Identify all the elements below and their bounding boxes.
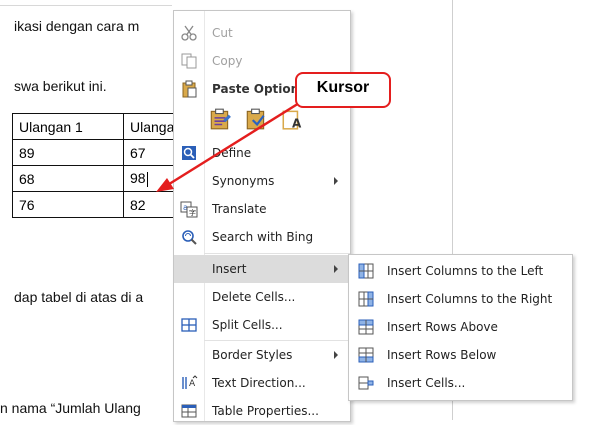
doc-text-line-2: swa berikut ini.	[14, 78, 107, 94]
menu-item-insert-rows-above[interactable]: Insert Rows Above	[349, 313, 572, 341]
menu-item-label: Insert Cells...	[387, 376, 466, 390]
menu-item-label: Cut	[212, 26, 233, 40]
annotation-callout: Kursor	[295, 72, 391, 108]
doc-text-line-4: n nama “Jumlah Ulang	[0, 400, 141, 416]
menu-item-split-cells[interactable]: Split Cells...	[174, 311, 350, 339]
menu-item-label: Search with Bing	[212, 230, 314, 244]
submenu-arrow-icon	[334, 177, 338, 185]
menu-item-table-properties[interactable]: Table Properties...	[174, 397, 350, 425]
menu-item-translate[interactable]: a字 Translate	[174, 195, 350, 223]
menu-item-border-styles[interactable]: Border Styles	[174, 341, 350, 369]
menu-item-text-direction[interactable]: A Text Direction...	[174, 369, 350, 397]
insert-columns-left-icon	[358, 263, 374, 279]
menu-item-search-with-bing[interactable]: Search with Bing	[174, 223, 350, 251]
menu-item-synonyms[interactable]: Synonyms	[174, 167, 350, 195]
paste-merge-formatting-icon[interactable]	[244, 107, 268, 131]
insert-columns-right-icon	[358, 291, 374, 307]
paste-keep-formatting-icon[interactable]	[208, 107, 232, 131]
menu-item-label: Split Cells...	[212, 318, 283, 332]
menu-item-label: Translate	[212, 202, 267, 216]
define-icon	[182, 146, 196, 160]
scissors-icon	[181, 25, 197, 41]
submenu-arrow-icon	[334, 351, 338, 359]
menu-item-delete-cells[interactable]: Delete Cells...	[174, 283, 350, 311]
table-cell[interactable]: 89	[12, 139, 124, 166]
menu-separator	[204, 253, 350, 254]
menu-item-label: Table Properties...	[212, 404, 319, 418]
submenu-arrow-icon	[334, 265, 338, 273]
text-direction-icon: A	[182, 375, 198, 389]
table-header-cell[interactable]: Ulangan 1	[12, 113, 124, 140]
menu-item-label: Insert Rows Above	[387, 320, 498, 334]
menu-item-label: Insert Rows Below	[387, 348, 497, 362]
table-cell[interactable]: 68	[12, 165, 124, 192]
menu-item-label: Border Styles	[212, 348, 293, 362]
menu-item-insert-columns-right[interactable]: Insert Columns to the Right	[349, 285, 572, 313]
table-row: Ulangan 1 Ulanga	[12, 113, 191, 140]
menu-item-label: Delete Cells...	[212, 290, 296, 304]
table-row: 89 67	[12, 139, 191, 166]
menu-item-cut[interactable]: Cut	[174, 19, 350, 47]
menu-item-label: Insert	[212, 262, 247, 276]
table-row: 76 82	[12, 191, 191, 218]
menu-item-label: Insert Columns to the Left	[387, 264, 544, 278]
svg-text:A: A	[292, 117, 302, 131]
translate-icon: a字	[180, 201, 198, 218]
page-top-edge	[0, 5, 172, 6]
menu-item-insert-columns-left[interactable]: Insert Columns to the Left	[349, 257, 572, 285]
cell-value: 98	[130, 170, 146, 187]
data-table: Ulangan 1 Ulanga 89 67 68 98 76 82	[12, 113, 191, 218]
paste-text-only-icon[interactable]: A	[280, 107, 304, 131]
doc-text-line-1: ikasi dengan cara m	[14, 18, 140, 34]
paste-options-row: A	[208, 105, 328, 135]
search-icon	[182, 230, 197, 245]
menu-item-insert[interactable]: Insert	[174, 255, 350, 283]
split-cells-icon	[181, 318, 197, 332]
menu-item-label: Copy	[212, 54, 243, 68]
table-cell[interactable]: 76	[12, 191, 124, 218]
text-cursor	[146, 171, 148, 187]
table-row: 68 98	[12, 165, 191, 192]
clipboard-icon	[182, 80, 197, 98]
doc-text-line-3: dap tabel di atas di a	[14, 289, 144, 305]
annotation-label: Kursor	[316, 79, 370, 96]
insert-rows-below-icon	[358, 347, 374, 363]
menu-item-label: Insert Columns to the Right	[387, 292, 553, 306]
menu-item-insert-rows-below[interactable]: Insert Rows Below	[349, 341, 572, 369]
svg-text:字: 字	[189, 208, 196, 217]
insert-submenu: Insert Columns to the Left Insert Column…	[348, 254, 573, 401]
menu-item-define[interactable]: Define	[174, 139, 350, 167]
svg-text:A: A	[189, 379, 196, 389]
menu-item-label: Paste Option	[212, 82, 300, 96]
insert-cells-icon	[358, 376, 374, 390]
menu-item-label: Synonyms	[212, 174, 275, 188]
menu-item-label: Define	[212, 146, 252, 160]
copy-icon	[181, 53, 197, 69]
table-properties-icon	[181, 404, 197, 418]
menu-item-label: Text Direction...	[212, 376, 306, 390]
menu-item-insert-cells[interactable]: Insert Cells...	[349, 369, 572, 397]
menu-item-copy[interactable]: Copy	[174, 47, 350, 75]
insert-rows-above-icon	[358, 319, 374, 335]
